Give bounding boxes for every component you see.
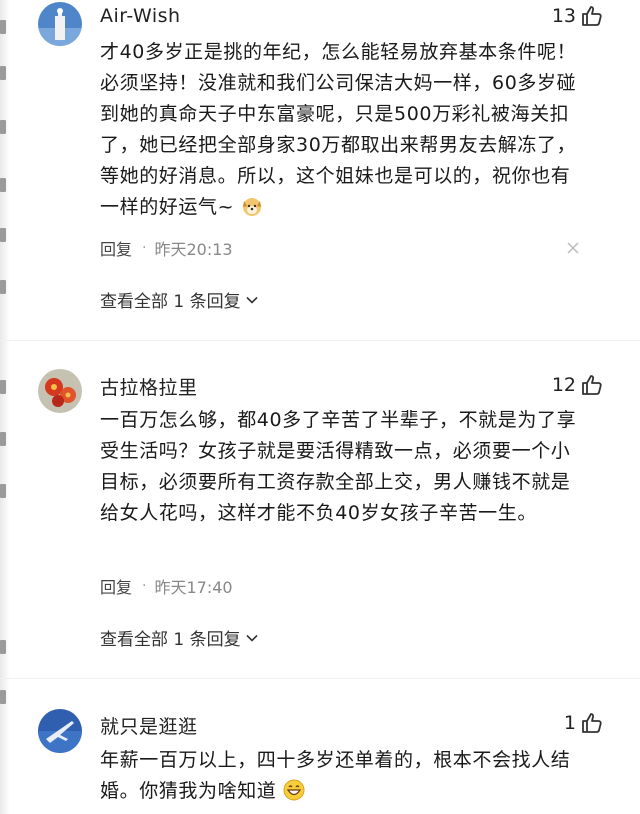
username[interactable]: Air-Wish <box>100 5 181 27</box>
like-button[interactable]: 1 <box>564 711 604 735</box>
thumbs-up-icon <box>582 375 602 395</box>
comment-text: 年薪一百万以上，四十多岁还单着的，根本不会找人结婚。你猜我为啥知道 <box>100 749 571 802</box>
comment-text: 才40多岁正是挑的年纪，怎么能轻易放弃基本条件呢！必须坚持！没准就和我们公司保洁… <box>100 41 577 218</box>
meta-separator: · <box>142 240 147 256</box>
divider <box>0 678 640 679</box>
view-all-replies-button[interactable]: 查看全部 1 条回复 <box>100 625 259 650</box>
username[interactable]: 古拉格拉里 <box>100 373 198 400</box>
view-all-label: 查看全部 1 条回复 <box>100 292 241 312</box>
reply-button[interactable]: 回复 <box>100 236 132 260</box>
like-count: 12 <box>551 374 576 396</box>
comment-meta: 回复 · 昨天17:40 <box>100 574 233 598</box>
chevron-down-icon <box>246 634 258 642</box>
username[interactable]: 就只是逛逛 <box>100 712 198 739</box>
reply-button[interactable]: 回复 <box>100 574 132 598</box>
comment-meta: 回复 · 昨天20:13 <box>100 236 233 260</box>
comment-text: 一百万怎么够，都40多了辛苦了半辈子，不就是为了享受生活吗？女孩子就是要活得精致… <box>100 409 577 524</box>
thumbs-up-icon <box>582 713 602 733</box>
left-edge-strip <box>0 0 10 814</box>
like-count: 13 <box>551 5 576 27</box>
divider <box>0 340 640 341</box>
close-icon[interactable] <box>566 241 580 255</box>
view-all-replies-button[interactable]: 查看全部 1 条回复 <box>100 287 259 312</box>
like-button[interactable]: 12 <box>552 373 604 397</box>
dog-face-emoji <box>242 198 261 216</box>
timestamp: 昨天17:40 <box>154 578 233 597</box>
grinning-face-emoji <box>283 779 305 801</box>
fighter-jet-avatar[interactable] <box>38 709 82 753</box>
red-flower-avatar[interactable] <box>38 369 82 413</box>
like-count: 1 <box>563 712 576 734</box>
view-all-label: 查看全部 1 条回复 <box>100 630 241 650</box>
timestamp: 昨天20:13 <box>154 240 233 259</box>
statue-avatar[interactable] <box>38 2 82 46</box>
chevron-down-icon <box>246 296 258 304</box>
thumbs-up-icon <box>582 6 602 26</box>
like-button[interactable]: 13 <box>552 4 604 28</box>
meta-separator: · <box>142 578 147 594</box>
